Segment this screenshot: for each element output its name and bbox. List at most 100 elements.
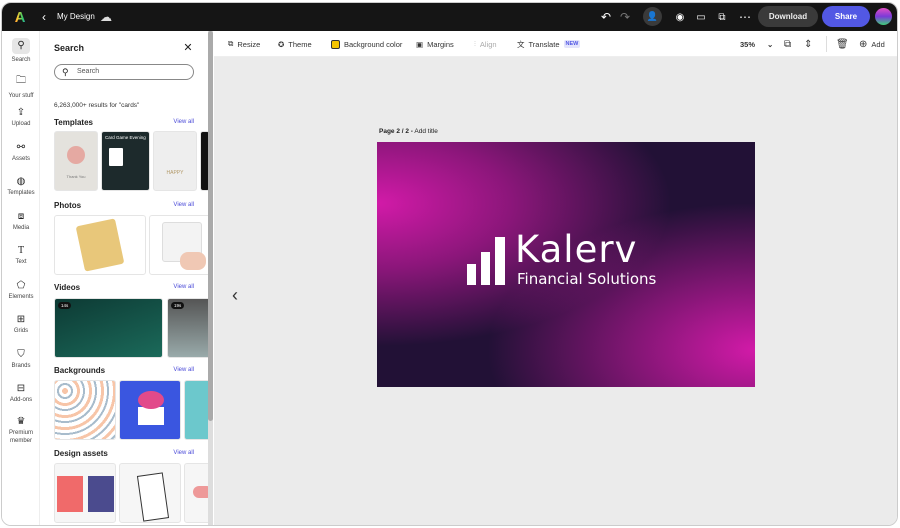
template-text: HAPPY <box>166 170 184 176</box>
view-all-design-assets[interactable]: View all <box>173 450 194 456</box>
rail-upload[interactable]: ⇪ Upload <box>2 107 40 127</box>
folder-icon: 🗀 <box>16 75 26 86</box>
margins-button[interactable]: ▣ Margins <box>416 31 454 57</box>
background-thumbnail[interactable] <box>54 380 116 440</box>
media-icon: ⧈ <box>17 211 25 222</box>
background-thumbnail[interactable] <box>119 380 181 440</box>
rail-search[interactable]: ⚲ Search <box>2 38 40 63</box>
template-thumbnail[interactable]: HAPPY <box>153 131 197 191</box>
section-templates: Templates <box>54 118 93 127</box>
rail-brands[interactable]: ⛉ Brands <box>2 349 40 369</box>
logo-bar <box>467 264 476 285</box>
rail-label: Upload <box>11 121 31 127</box>
align-button[interactable]: ⫶ Align <box>474 31 497 57</box>
view-all-photos[interactable]: View all <box>173 202 194 208</box>
photo-thumbnail[interactable] <box>149 215 211 275</box>
panel-scrollbar[interactable] <box>208 31 213 525</box>
rail-label: Your stuff <box>8 93 34 99</box>
design-asset-thumbnail[interactable] <box>54 463 116 523</box>
design-asset-thumbnail[interactable] <box>184 463 211 523</box>
rail-label: Elements <box>8 294 34 300</box>
pages-icon[interactable]: ⧉ <box>784 31 791 57</box>
layout-icon[interactable]: ⇕ <box>804 31 812 57</box>
more-icon[interactable]: ⋯ <box>738 10 752 24</box>
page-label: Page 2 / 2 - Add title <box>379 128 438 135</box>
margins-icon: ▣ <box>416 39 424 49</box>
section-photos: Photos <box>54 201 82 210</box>
rail-label: Templates <box>7 190 35 196</box>
background-thumbnail[interactable] <box>184 380 211 440</box>
toolbar: ⧉ Resize ✪ Theme Background color ▣ Margins… <box>214 31 897 57</box>
document-title[interactable]: My Design <box>57 12 95 21</box>
cloud-icon: ☁ <box>100 10 112 24</box>
background-color-label: Background color <box>344 39 403 49</box>
template-text: Thank You <box>66 174 86 179</box>
search-icon: ⚲ <box>12 38 30 54</box>
undo-icon[interactable]: ↶ <box>600 10 612 24</box>
theme-button[interactable]: ✪ Theme <box>278 31 312 57</box>
redo-icon[interactable]: ↷ <box>619 10 631 24</box>
rail-label: Assets <box>11 156 30 162</box>
rail-add-ons[interactable]: ⊟ Add-ons <box>2 383 40 403</box>
back-icon[interactable]: ‹ <box>38 10 50 24</box>
rail-assets[interactable]: ⚯ Assets <box>2 142 40 162</box>
upload-icon: ⇪ <box>16 107 26 118</box>
template-thumbnail[interactable]: Thank You <box>54 131 98 191</box>
brand-name: Kalerv <box>515 228 638 271</box>
download-button[interactable]: Download <box>758 6 818 27</box>
view-all-templates[interactable]: View all <box>173 119 194 125</box>
invite-icon[interactable]: 👤 <box>643 7 662 26</box>
rail-grids[interactable]: ⊞ Grids <box>2 314 40 334</box>
adobe-express-logo[interactable]: A <box>12 9 28 26</box>
avatar[interactable] <box>875 8 892 25</box>
rail-your-stuff[interactable]: 🗀 Your stuff <box>2 73 40 99</box>
view-all-videos[interactable]: View all <box>173 284 194 290</box>
zoom-dropdown[interactable]: 35% ⌄ <box>740 31 773 57</box>
left-rail: ⚲ Search 🗀 Your stuff ⇪ Upload ⚯ Assets ◍ Tem… <box>2 31 40 525</box>
translate-button[interactable]: 文 Translate NEW <box>517 31 581 57</box>
search-input[interactable]: ⚲ Search <box>54 64 194 80</box>
lightbulb-icon[interactable]: ◉ <box>673 10 687 24</box>
margins-label: Margins <box>427 39 454 49</box>
rail-label: Brands <box>11 363 31 369</box>
rail-label: Text <box>15 259 27 265</box>
background-color-button[interactable]: Background color <box>331 31 402 57</box>
share-button[interactable]: Share <box>822 6 870 27</box>
comment-icon[interactable]: ▭ <box>694 10 708 24</box>
rail-templates[interactable]: ◍ Templates <box>2 176 40 196</box>
add-button[interactable]: ⊕ Add <box>859 31 885 57</box>
resize-button[interactable]: ⧉ Resize <box>228 31 260 57</box>
video-duration: 14s <box>58 302 72 309</box>
design-page[interactable]: Kalerv Financial Solutions <box>377 142 755 387</box>
photo-thumbnail[interactable] <box>54 215 146 275</box>
elements-icon: ⬠ <box>16 280 26 291</box>
video-thumbnail[interactable]: 14s <box>54 298 163 358</box>
divider <box>826 36 827 52</box>
logo-bar <box>495 237 505 285</box>
section-design-assets: Design assets <box>54 449 108 458</box>
previous-page-icon[interactable]: ‹ <box>228 285 242 305</box>
rail-media[interactable]: ⧈ Media <box>2 211 40 231</box>
delete-icon[interactable]: 🗑 <box>836 31 849 57</box>
rail-elements[interactable]: ⬠ Elements <box>2 280 40 300</box>
design-asset-thumbnail[interactable] <box>119 463 181 523</box>
section-backgrounds: Backgrounds <box>54 366 106 375</box>
close-icon[interactable]: ✕ <box>182 41 194 54</box>
top-bar: A ‹ My Design ☁ ↶ ↷ 👤 ◉ ▭ ⧉ ⋯ Download S… <box>2 3 897 31</box>
canvas-area: ‹ Page 2 / 2 - Add title Kalerv Financia… <box>214 57 897 525</box>
align-icon: ⫶ <box>474 39 476 48</box>
zoom-value: 35% <box>740 39 756 49</box>
template-thumbnail[interactable]: Card Game Evening <box>101 131 150 191</box>
share-comment-icon[interactable]: ⧉ <box>715 10 729 24</box>
rail-text[interactable]: T Text <box>2 245 40 265</box>
view-all-backgrounds[interactable]: View all <box>173 367 194 373</box>
chevron-down-icon: ⌄ <box>767 39 774 49</box>
rail-premium[interactable]: ♛ Premium member <box>2 417 40 445</box>
add-title-link[interactable]: Add title <box>414 128 438 135</box>
brand-tagline: Financial Solutions <box>517 270 657 288</box>
video-thumbnail[interactable]: 19s <box>167 298 211 358</box>
rail-label: Media <box>12 225 30 231</box>
template-text: Card Game Evening <box>105 135 146 140</box>
search-panel: Search ✕ ⚲ Search 6,263,000+ results for… <box>41 31 214 525</box>
assets-icon: ⚯ <box>16 142 26 153</box>
